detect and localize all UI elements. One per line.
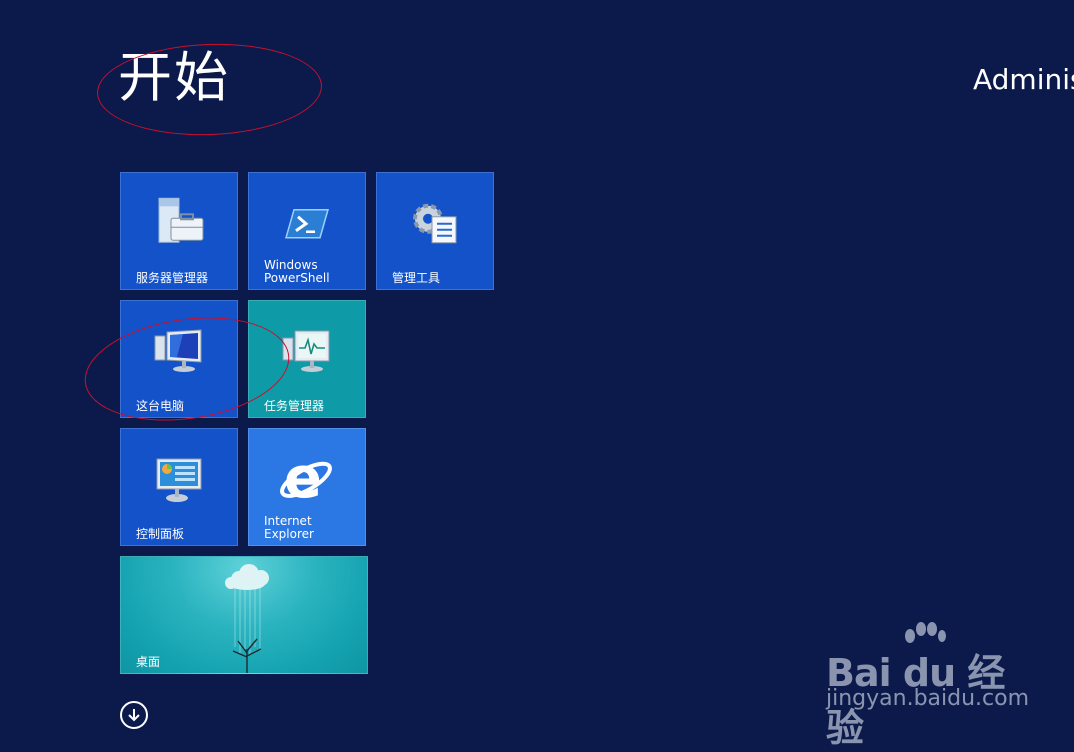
control-panel-icon [153,456,205,506]
tile-this-pc[interactable]: 这台电脑 [120,300,238,418]
tile-admin-tools[interactable]: 管理工具 [376,172,494,290]
tile-label: 管理工具 [392,271,441,285]
internet-explorer-icon: e [278,446,336,511]
watermark-url: jingyan.baidu.com [826,686,1030,711]
tile-label: 控制面板 [136,527,185,541]
server-manager-icon [153,196,205,252]
tile-task-manager[interactable]: 任务管理器 [248,300,366,418]
tile-control-panel[interactable]: 控制面板 [120,428,238,546]
powershell-icon [284,204,330,248]
admin-tools-icon [410,199,460,251]
computer-icon [153,328,205,378]
tile-desktop[interactable]: 桌面 [120,556,368,674]
all-apps-button[interactable] [120,701,148,729]
user-name[interactable]: Adminis [973,62,1074,98]
page-title: 开始 [118,46,230,109]
tile-label: 任务管理器 [264,399,325,413]
tile-label: Internet Explorer [264,514,314,541]
tile-label: Windows PowerShell [264,258,330,285]
task-manager-icon [281,328,333,378]
baidu-watermark: Bai du 经验 jingyan.baidu.com [826,622,1030,750]
tile-powershell[interactable]: Windows PowerShell [248,172,366,290]
arrow-down-icon [128,709,140,722]
tile-server-manager[interactable]: 服务器管理器 [120,172,238,290]
tile-label: 这台电脑 [136,399,185,413]
tile-label: 服务器管理器 [136,271,209,285]
tile-label: 桌面 [136,655,161,669]
tile-internet-explorer[interactable]: e Internet Explorer [248,428,366,546]
